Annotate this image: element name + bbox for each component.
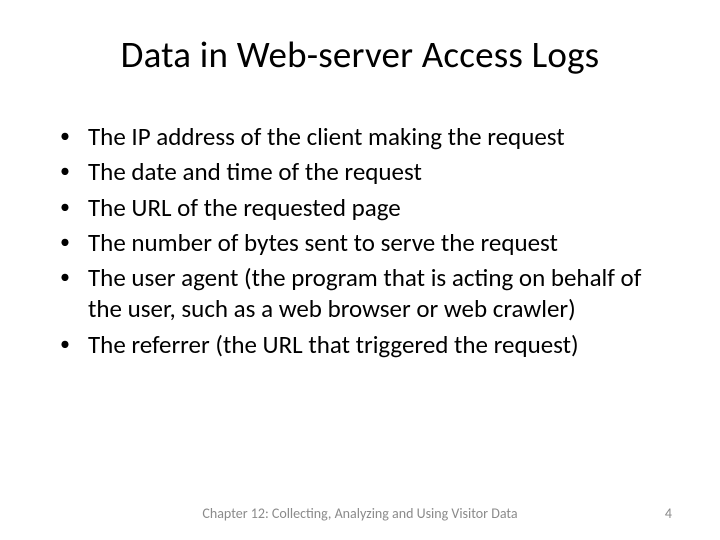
list-item: The user agent (the program that is acti… (82, 262, 672, 325)
list-item: The IP address of the client making the … (82, 121, 672, 152)
list-item: The number of bytes sent to serve the re… (82, 227, 672, 258)
page-number: 4 (632, 505, 672, 522)
footer-text: Chapter 12: Collecting, Analyzing and Us… (88, 505, 632, 522)
list-item: The referrer (the URL that triggered the… (82, 329, 672, 360)
list-item: The URL of the requested page (82, 192, 672, 223)
list-item: The date and time of the request (82, 156, 672, 187)
slide: Data in Web-server Access Logs The IP ad… (0, 0, 720, 540)
footer: Chapter 12: Collecting, Analyzing and Us… (0, 505, 720, 522)
bullet-list: The IP address of the client making the … (48, 121, 672, 360)
slide-title: Data in Web-server Access Logs (48, 32, 672, 77)
